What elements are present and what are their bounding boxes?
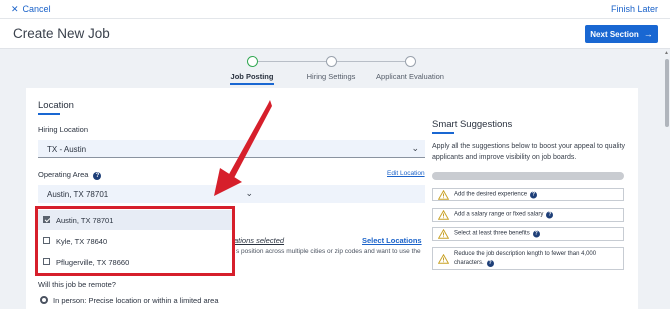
- select-locations-link[interactable]: Select Locations: [362, 236, 422, 245]
- operating-area-label-text: Operating Area: [38, 170, 89, 179]
- tab-job-posting[interactable]: Job Posting: [231, 72, 274, 81]
- smart-suggestions-title: Smart Suggestions: [432, 119, 513, 130]
- radio-icon[interactable]: [40, 296, 48, 304]
- remote-question-label: Will this job be remote?: [38, 280, 116, 289]
- step-indicator-applicant-evaluation[interactable]: [405, 56, 416, 67]
- warning-icon: [438, 229, 449, 239]
- hiring-location-label: Hiring Location: [38, 125, 89, 134]
- help-icon[interactable]: ?: [486, 259, 494, 267]
- step-indicator-hiring-settings[interactable]: [326, 56, 337, 67]
- page-scrollbar[interactable]: ▲: [664, 49, 670, 309]
- dropdown-option-label: Austin, TX 78701: [56, 216, 114, 225]
- dropdown-option-kyle[interactable]: Kyle, TX 78640: [38, 231, 232, 251]
- step-connector: [258, 61, 327, 62]
- smart-suggestions-description: Apply all the suggestions below to boost…: [432, 143, 626, 161]
- remote-option-in-person[interactable]: In person: Precise location or within a …: [53, 296, 219, 305]
- progress-stepper: Job Posting Hiring Settings Applicant Ev…: [0, 50, 670, 85]
- next-section-label: Next Section: [590, 29, 639, 39]
- page-title: Create New Job: [13, 26, 110, 41]
- help-icon[interactable]: ?: [93, 172, 102, 180]
- dropdown-option-pflugerville[interactable]: Pflugerville, TX 78660: [38, 252, 232, 272]
- close-icon: ✕: [11, 4, 19, 14]
- dropdown-option-label: Pflugerville, TX 78660: [56, 258, 130, 267]
- scroll-up-icon[interactable]: ▲: [664, 50, 669, 56]
- step-indicator-job-posting[interactable]: [247, 56, 258, 67]
- hiring-location-value: TX - Austin: [47, 145, 87, 154]
- chevron-down-icon: ⌄: [411, 143, 419, 153]
- checkbox-icon[interactable]: [43, 216, 50, 223]
- tab-applicant-evaluation[interactable]: Applicant Evaluation: [376, 72, 444, 81]
- operating-area-dropdown: Austin, TX 78701 Kyle, TX 78640 Pflugerv…: [35, 206, 235, 276]
- suggestion-item[interactable]: Reduce the job description length to few…: [432, 247, 624, 270]
- operating-area-label: Operating Area?: [38, 170, 102, 180]
- step-connector: [337, 61, 405, 62]
- cancel-link[interactable]: ✕ Cancel: [11, 4, 51, 15]
- warning-icon: [438, 189, 449, 200]
- suggestion-text: Select at least three benefits: [454, 230, 530, 237]
- suggestion-item[interactable]: Add the desired experience?: [432, 188, 624, 201]
- dropdown-option-austin[interactable]: Austin, TX 78701: [38, 210, 232, 230]
- help-icon[interactable]: ?: [546, 211, 554, 219]
- top-bar: ✕ Cancel Finish Later: [0, 0, 670, 19]
- edit-location-link[interactable]: Edit Location: [387, 170, 425, 177]
- suggestion-item[interactable]: Add a salary range or fixed salary?: [432, 208, 624, 222]
- operating-area-value: Austin, TX 78701: [47, 190, 109, 199]
- section-title: Location: [38, 100, 74, 111]
- checkbox-icon[interactable]: [43, 237, 50, 244]
- section-title-underline: [38, 113, 60, 115]
- suggestion-text: Add a salary range or fixed salary: [454, 211, 544, 218]
- page-header: Create New Job Next Section →: [0, 19, 670, 49]
- suggestion-text: Add the desired experience: [454, 191, 528, 197]
- finish-later-link[interactable]: Finish Later: [611, 4, 658, 14]
- suggestion-item[interactable]: Select at least three benefits?: [432, 227, 624, 241]
- warning-icon: [438, 210, 449, 220]
- tab-hiring-settings[interactable]: Hiring Settings: [307, 72, 356, 81]
- cancel-label: Cancel: [22, 4, 51, 14]
- next-section-button[interactable]: Next Section →: [585, 25, 658, 43]
- locations-selected-text: ations selected: [234, 236, 285, 245]
- warning-icon: [438, 253, 449, 264]
- checkbox-icon[interactable]: [43, 258, 50, 265]
- active-step-underline: [230, 83, 274, 85]
- smart-suggestions-underline: [432, 132, 454, 134]
- suggestions-progress-bar: [432, 172, 624, 180]
- dropdown-option-label: Kyle, TX 78640: [56, 237, 108, 246]
- help-icon[interactable]: ?: [530, 191, 538, 198]
- suggestion-text: Reduce the job description length to few…: [454, 250, 597, 266]
- help-icon[interactable]: ?: [532, 230, 540, 238]
- annotation-arrow: [214, 100, 272, 196]
- scroll-thumb[interactable]: [665, 59, 669, 127]
- locations-description: s position across multiple cities or zip…: [236, 248, 421, 255]
- arrow-right-icon: →: [643, 29, 653, 39]
